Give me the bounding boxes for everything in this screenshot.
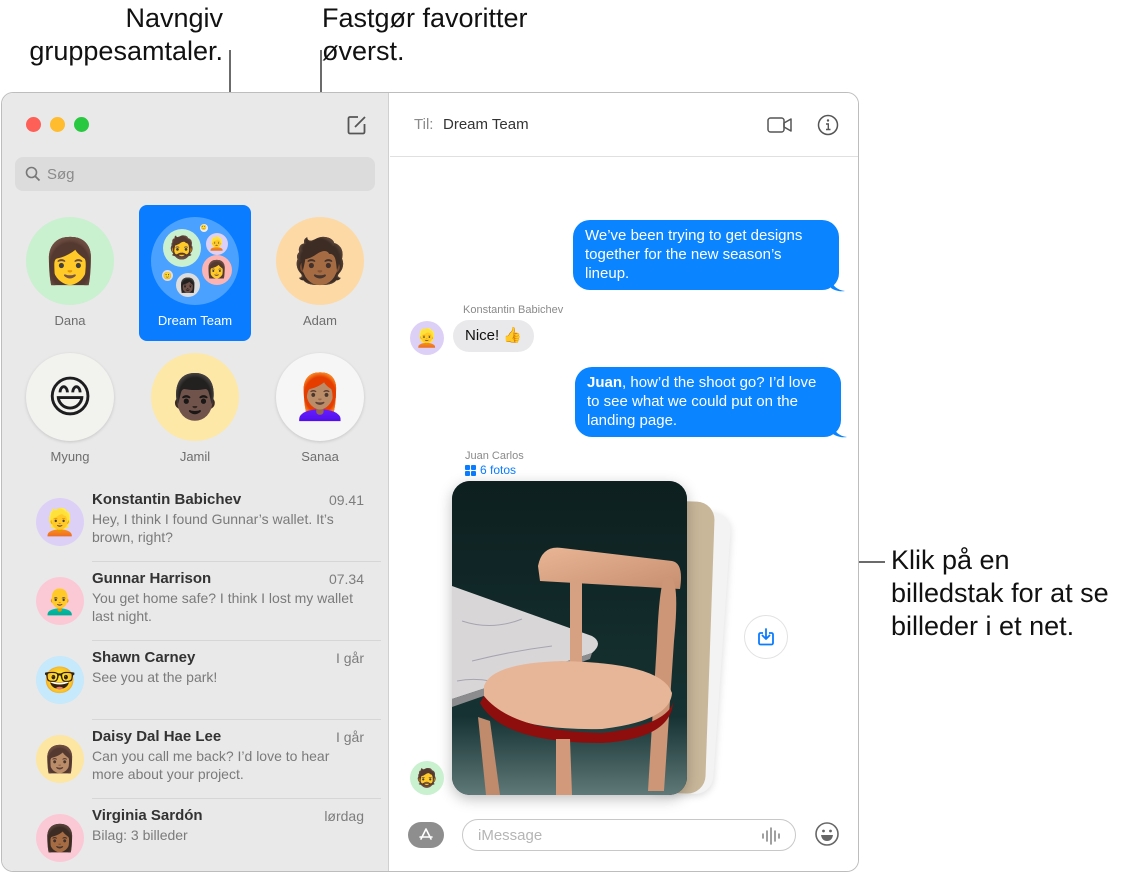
video-call-button[interactable] xyxy=(767,113,793,137)
sidebar: Søg 👩 Dana 🧔 👱 👩 👩🏿 🙂 🙂 Dream Team 🧑🏾 Ad… xyxy=(2,93,389,871)
conversation-item[interactable]: 👱 Konstantin Babichev 09.41 Hey, I think… xyxy=(2,483,389,562)
grid-icon xyxy=(465,464,476,476)
member-avatar: 👩 xyxy=(202,255,232,285)
search-icon xyxy=(25,166,41,182)
message-input-field[interactable] xyxy=(462,819,796,851)
contact-name: Konstantin Babichev xyxy=(92,491,242,508)
contact-name: Daisy Dal Hae Lee xyxy=(92,728,222,745)
sender-name: Konstantin Babichev xyxy=(463,304,564,316)
search-placeholder: Søg xyxy=(47,165,75,183)
bubble-tail xyxy=(833,426,847,438)
save-photos-button[interactable] xyxy=(744,615,788,659)
contact-name: Shawn Carney xyxy=(92,649,196,666)
to-label: Til: xyxy=(414,116,434,133)
message-preview: Can you call me back? I’d love to hear m… xyxy=(92,748,330,782)
message-input[interactable] xyxy=(478,826,748,844)
avatar: 👩🏽‍🦰 xyxy=(276,353,364,441)
timestamp: I går xyxy=(335,729,364,745)
messages-window: Søg 👩 Dana 🧔 👱 👩 👩🏿 🙂 🙂 Dream Team 🧑🏾 Ad… xyxy=(1,92,859,872)
conversation-item[interactable]: 👩🏾 Virginia Sardón lørdag Bilag: 3 bille… xyxy=(2,799,389,871)
avatar: 👱 xyxy=(36,498,84,546)
pinned-dana[interactable]: 👩 Dana xyxy=(14,205,126,341)
view-photos-grid-link[interactable]: 6 fotos xyxy=(465,463,516,477)
avatar: 👩🏽 xyxy=(36,735,84,783)
message-preview: See you at the park! xyxy=(92,669,218,685)
audio-waveform-icon[interactable] xyxy=(761,827,781,845)
search-field[interactable]: Søg xyxy=(15,157,375,191)
pinned-myung[interactable]: 😄 Myung xyxy=(14,341,126,477)
minimize-button[interactable] xyxy=(50,117,65,132)
emoji-button[interactable] xyxy=(814,821,840,847)
member-avatar: 🙂 xyxy=(162,270,173,281)
member-avatar: 🙂 xyxy=(200,224,208,232)
conversation-item[interactable]: 👨‍🦲 Gunnar Harrison 07.34 You get home s… xyxy=(2,562,389,641)
timestamp: 09.41 xyxy=(328,492,364,508)
callout-photo-stack: Klik på en billedstak for at se billeder… xyxy=(891,545,1109,641)
sender-name: Juan Carlos xyxy=(465,450,524,462)
info-icon xyxy=(817,114,839,136)
smiley-icon xyxy=(815,822,839,846)
pinned-label: Adam xyxy=(303,313,337,328)
timestamp: 07.34 xyxy=(328,571,364,587)
callout-name-groups: Navngiv gruppesamtaler. xyxy=(29,3,223,66)
pinned-adam[interactable]: 🧑🏾 Adam xyxy=(264,205,376,341)
chair-photo xyxy=(452,481,687,795)
conversation-item[interactable]: 👩🏽 Daisy Dal Hae Lee I går Can you call … xyxy=(2,720,389,799)
member-avatar: 🧔 xyxy=(163,229,201,267)
bubble-tail xyxy=(831,280,845,292)
sender-avatar: 🧔 xyxy=(410,761,444,795)
avatar: 👩 xyxy=(26,217,114,305)
timestamp: I går xyxy=(335,650,364,666)
incoming-message[interactable]: Nice! 👍 xyxy=(453,320,535,352)
recipient-name[interactable]: Dream Team xyxy=(443,116,529,133)
timestamp: lørdag xyxy=(324,808,364,824)
zoom-button[interactable] xyxy=(74,117,89,132)
download-icon xyxy=(758,628,774,646)
app-store-icon xyxy=(419,828,433,840)
avatar: 😄 xyxy=(26,353,114,441)
pinned-label: Myung xyxy=(50,449,90,464)
conversation-item[interactable]: 🤓 Shawn Carney I går See you at the park… xyxy=(2,641,389,720)
member-avatar: 👩🏿 xyxy=(176,273,200,297)
compose-icon xyxy=(347,116,366,135)
close-button[interactable] xyxy=(26,117,41,132)
contact-name: Gunnar Harrison xyxy=(92,570,212,587)
pinned-label: Dana xyxy=(54,313,86,328)
avatar: 🤓 xyxy=(36,656,84,704)
message-preview: You get home safe? I think I lost my wal… xyxy=(92,590,353,624)
photo-stack[interactable] xyxy=(452,481,687,795)
message-preview: Bilag: 3 billeder xyxy=(92,827,188,843)
message-preview: Hey, I think I found Gunnar’s wallet. It… xyxy=(92,511,334,545)
info-button[interactable] xyxy=(816,113,842,137)
pinned-label: Jamil xyxy=(179,449,211,464)
chat-pane: Til: Dream Team We’ve been trying to get… xyxy=(390,93,858,871)
pinned-sanaa[interactable]: 👩🏽‍🦰 Sanaa xyxy=(264,341,376,477)
avatar: 🧑🏾 xyxy=(276,217,364,305)
avatar: 👨‍🦲 xyxy=(36,577,84,625)
sender-avatar: 👱 xyxy=(410,321,444,355)
pinned-dream-team[interactable]: 🧔 👱 👩 👩🏿 🙂 🙂 Dream Team xyxy=(139,205,251,341)
avatar: 👩🏾 xyxy=(36,814,84,862)
callout-pin-favorites: Fastgør favoritter øverst. xyxy=(322,3,528,66)
video-camera-icon xyxy=(767,117,792,133)
contact-name: Virginia Sardón xyxy=(92,807,203,824)
chat-header: Til: Dream Team xyxy=(390,93,858,157)
member-avatar: 👱 xyxy=(206,233,228,255)
outgoing-message[interactable]: Juan, how’d the shoot go? I’d love to se… xyxy=(575,367,841,437)
conversation-list: 👱 Konstantin Babichev 09.41 Hey, I think… xyxy=(2,483,389,871)
mention[interactable]: Juan xyxy=(587,374,622,391)
pinned-label: Dream Team xyxy=(157,313,233,328)
compose-button[interactable] xyxy=(346,114,368,136)
avatar: 👨🏿 xyxy=(151,353,239,441)
apps-button[interactable] xyxy=(408,822,444,848)
group-avatar: 🧔 👱 👩 👩🏿 🙂 🙂 xyxy=(151,217,239,305)
pinned-jamil[interactable]: 👨🏿 Jamil xyxy=(139,341,251,477)
pinned-label: Sanaa xyxy=(301,449,339,464)
outgoing-message[interactable]: We’ve been trying to get designs togethe… xyxy=(573,220,839,290)
